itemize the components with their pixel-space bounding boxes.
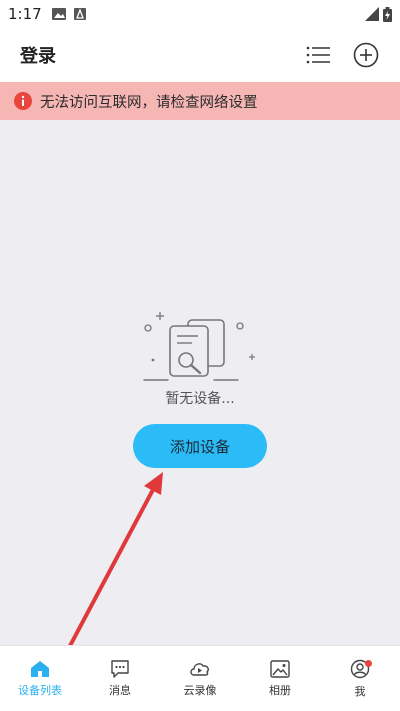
nav-item-device-list[interactable]: 设备列表 [0,646,80,711]
nav-label: 我 [354,684,366,698]
list-icon [306,46,330,64]
notification-badge [365,660,372,667]
nav-label: 相册 [269,683,291,697]
app-bar: 登录 [0,28,400,82]
nav-item-messages[interactable]: 消息 [80,646,160,711]
nav-item-me[interactable]: 我 [320,646,400,711]
warning-icon [14,92,32,110]
status-bar: 1:17 [0,0,400,28]
banner-message: 无法访问互联网，请检查网络设置 [40,94,258,111]
album-icon [270,659,290,678]
message-icon [111,659,129,678]
add-device-button[interactable]: 添加设备 [133,424,267,468]
list-view-button[interactable] [304,41,332,69]
nav-label: 设备列表 [18,683,62,697]
bottom-navigation: 设备列表 消息 云录像 相册 我 [0,645,400,711]
nav-item-cloud-video[interactable]: 云录像 [160,646,240,711]
cloud-video-icon [190,662,209,676]
empty-devices-illustration [143,312,255,381]
network-warning-banner[interactable]: 无法访问互联网，请检查网络设置 [0,82,400,120]
plus-circle-icon [353,42,379,68]
nav-label: 消息 [109,683,131,697]
login-title[interactable]: 登录 [20,42,56,68]
app-notification-icon [73,8,86,20]
status-time: 1:17 [8,5,42,23]
signal-icon [365,7,379,21]
battery-icon [383,6,392,22]
home-icon [31,660,49,677]
nav-label: 云录像 [183,683,217,697]
image-notification-icon [51,8,66,20]
device-list-content: 暂无设备... 添加设备 [0,120,400,645]
nav-item-album[interactable]: 相册 [240,646,320,711]
empty-state-message: 暂无设备... [165,391,235,407]
add-button[interactable] [352,41,380,69]
